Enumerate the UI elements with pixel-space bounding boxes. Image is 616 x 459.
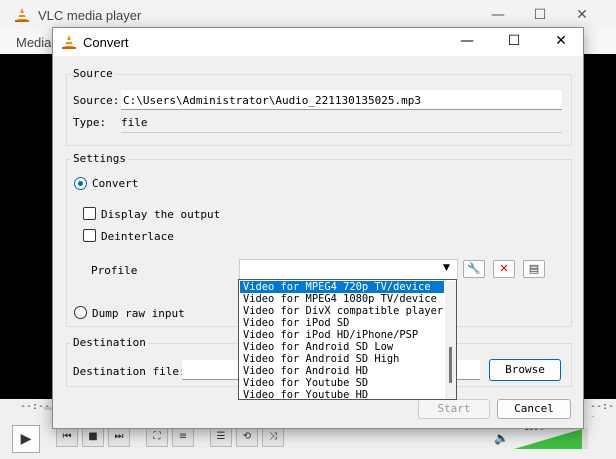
source-group [66, 74, 572, 146]
menu-media[interactable]: Media [16, 35, 51, 50]
maximize-icon[interactable]: ☐ [530, 6, 550, 24]
dialog-title: Convert [83, 35, 129, 50]
deinterlace-checkbox[interactable] [83, 229, 96, 242]
display-output-checkbox[interactable] [83, 207, 96, 220]
close-icon[interactable]: ✕ [572, 6, 592, 24]
source-group-label: Source [71, 67, 115, 80]
maximize-icon[interactable]: ☐ [504, 32, 524, 50]
destination-group-label: Destination [71, 336, 148, 349]
scrollbar-thumb[interactable] [449, 347, 452, 383]
cancel-button[interactable]: Cancel [497, 399, 571, 419]
profile-option[interactable]: Video for Youtube HD [240, 389, 444, 399]
type-value: file [121, 116, 148, 129]
vlc-cone-icon [62, 35, 76, 49]
previous-icon[interactable]: ⏮ [56, 427, 78, 447]
loop-icon[interactable]: ⟲ [236, 427, 258, 447]
edit-profile-icon[interactable]: 🔧 [463, 260, 485, 278]
dump-raw-radio[interactable] [74, 306, 87, 319]
profile-option[interactable]: Video for iPod HD/iPhone/PSP [240, 329, 444, 341]
playlist-icon[interactable]: ☰ [210, 427, 232, 447]
profile-option[interactable]: Video for Youtube SD [240, 377, 444, 389]
profile-option[interactable]: Video for MPEG4 1080p TV/device [240, 293, 444, 305]
convert-radio-label: Convert [92, 177, 139, 190]
source-path-field[interactable]: C:\Users\Administrator\Audio_22113013502… [121, 90, 562, 110]
convert-radio[interactable] [74, 177, 87, 190]
delete-profile-icon[interactable]: ✕ [493, 260, 515, 278]
next-icon[interactable]: ⏭ [108, 427, 130, 447]
shuffle-icon[interactable]: ⤨ [262, 427, 284, 447]
vlc-titlebar: VLC media player — ☐ ✕ [0, 0, 616, 30]
profile-option[interactable]: Video for DivX compatible player [240, 305, 444, 317]
volume-slider[interactable] [514, 427, 588, 449]
stop-icon[interactable]: ■ [82, 427, 104, 447]
profile-dropdown[interactable]: ▼ [239, 259, 458, 280]
profile-option[interactable]: Video for MPEG4 720p TV/device [240, 281, 444, 293]
settings-group-label: Settings [71, 152, 128, 165]
destination-file-label: Destination file: [73, 365, 186, 378]
profile-label: Profile [91, 264, 138, 277]
source-path-value: C:\Users\Administrator\Audio_22113013502… [123, 94, 422, 107]
browse-button[interactable]: Browse [489, 359, 561, 381]
vlc-cone-icon [15, 8, 29, 22]
volume-icon[interactable]: 🔈 [494, 431, 509, 445]
fullscreen-icon[interactable]: ⛶ [146, 427, 168, 447]
chevron-down-icon[interactable]: ▼ [443, 263, 450, 273]
vlc-window-title: VLC media player [38, 8, 142, 23]
profile-option[interactable]: Video for Android HD [240, 365, 444, 377]
close-icon[interactable]: ✕ [551, 32, 571, 50]
deinterlace-label: Deinterlace [101, 230, 174, 243]
profile-options-list: Video for MPEG4 720p TV/device Video for… [238, 279, 457, 400]
dump-raw-label: Dump raw input [92, 307, 185, 320]
source-label: Source: [73, 94, 120, 107]
type-underline [121, 132, 562, 133]
extended-settings-icon[interactable]: ≡ [172, 427, 194, 447]
dialog-titlebar: Convert — ☐ ✕ [53, 28, 583, 56]
minimize-icon[interactable]: — [488, 6, 508, 24]
start-button[interactable]: Start [418, 399, 490, 419]
profile-option[interactable]: Video for Android SD Low [240, 341, 444, 353]
list-scrollbar[interactable] [445, 281, 456, 399]
new-profile-icon[interactable]: ▤ [523, 260, 545, 278]
profile-option[interactable]: Video for Android SD High [240, 353, 444, 365]
display-output-label: Display the output [101, 208, 221, 221]
play-icon[interactable]: ▶ [12, 425, 40, 453]
profile-option[interactable]: Video for iPod SD [240, 317, 444, 329]
type-label: Type: [73, 116, 107, 129]
minimize-icon[interactable]: — [457, 32, 477, 50]
